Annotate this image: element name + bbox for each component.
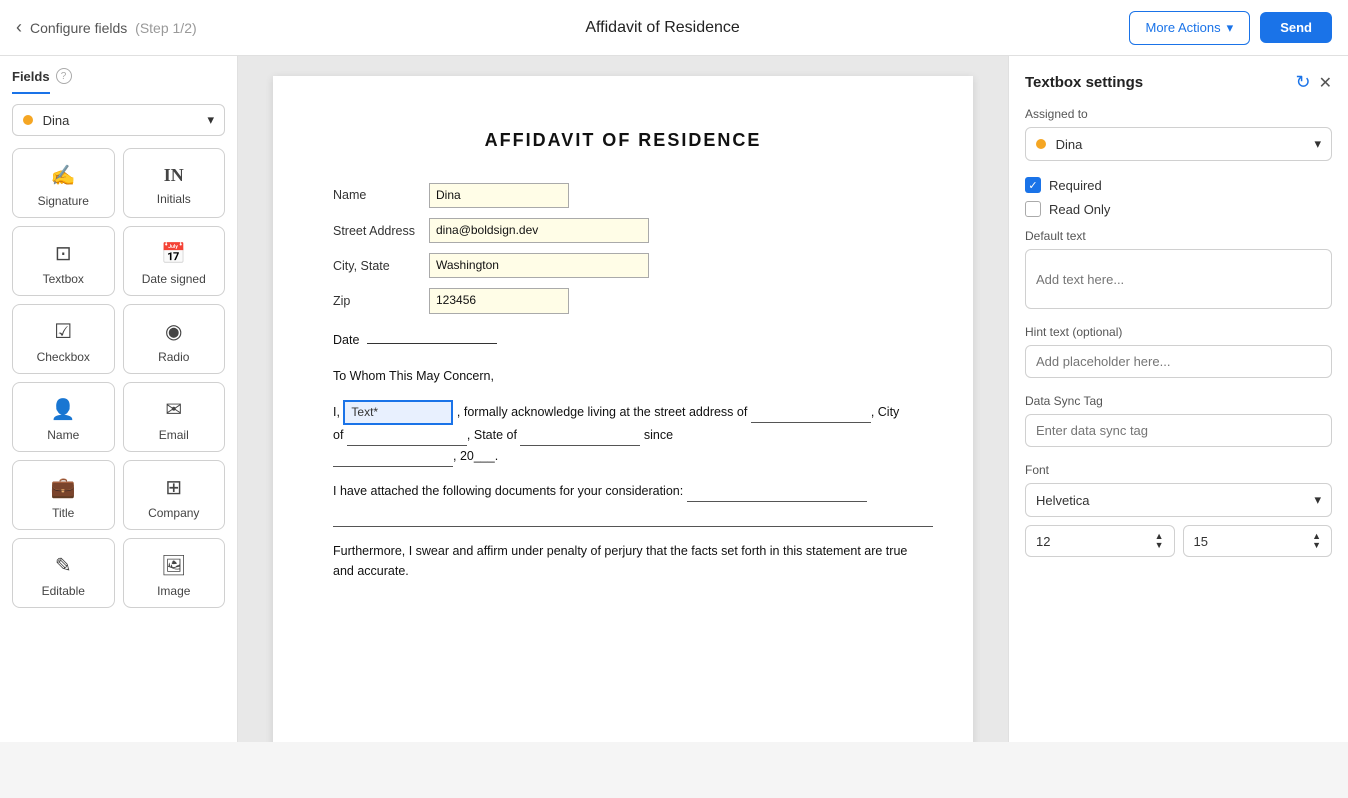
required-checkbox[interactable]: ✓ — [1025, 177, 1041, 193]
city-blank — [347, 425, 467, 446]
hint-text-input[interactable] — [1025, 345, 1332, 378]
street-label: Street Address — [333, 221, 423, 241]
back-button[interactable]: ‹ — [16, 17, 22, 38]
zip-field[interactable]: 123456 — [429, 288, 569, 313]
body-paragraph-1: I, Text* , formally acknowledge living a… — [333, 400, 913, 467]
refresh-button[interactable]: ↻ — [1296, 72, 1311, 93]
panel-header: Textbox settings ↻ ✕ — [1025, 72, 1332, 93]
checkbox-icon: ☑ — [54, 319, 72, 344]
sidebar-item-initials[interactable]: IN Initials — [123, 148, 226, 218]
panel-assignee-dot — [1036, 139, 1046, 149]
sidebar-item-name[interactable]: 👤 Name — [12, 382, 115, 452]
field-grid: ✍ Signature IN Initials ⊡ Textbox 📅 Date… — [12, 148, 225, 608]
date-underline — [367, 343, 497, 344]
sidebar-item-textbox[interactable]: ⊡ Textbox — [12, 226, 115, 296]
sidebar-item-email[interactable]: ✉ Email — [123, 382, 226, 452]
data-sync-input[interactable] — [1025, 414, 1332, 447]
read-only-row: Read Only — [1025, 201, 1332, 217]
textbox-icon: ⊡ — [55, 241, 72, 266]
document-heading: AFFIDAVIT OF RESIDENCE — [333, 126, 913, 155]
document-body: To Whom This May Concern, I, Text* , for… — [333, 366, 913, 581]
sidebar-item-company[interactable]: ⊞ Company — [123, 460, 226, 530]
city-row: City, State Washington — [333, 253, 913, 278]
title-icon: 💼 — [51, 475, 76, 500]
data-sync-label: Data Sync Tag — [1025, 394, 1332, 408]
sidebar-item-checkbox[interactable]: ☑ Checkbox — [12, 304, 115, 374]
sidebar-item-signature[interactable]: ✍ Signature — [12, 148, 115, 218]
affirmation-paragraph: Furthermore, I swear and affirm under pe… — [333, 541, 913, 581]
sidebar: Fields ? Dina ▾ ✍ Signature IN Initials … — [0, 56, 238, 742]
font-row: Helvetica ▾ — [1025, 483, 1332, 517]
zip-label: Zip — [333, 291, 423, 311]
read-only-checkbox[interactable] — [1025, 201, 1041, 217]
assignee-dot — [23, 115, 33, 125]
signature-icon: ✍ — [51, 163, 76, 188]
default-text-input[interactable] — [1025, 249, 1332, 309]
line-height-down[interactable]: ▼ — [1312, 541, 1321, 550]
address-blank — [751, 402, 871, 423]
configure-label: Configure fields (Step 1/2) — [30, 20, 197, 36]
header: ‹ Configure fields (Step 1/2) Affidavit … — [0, 0, 1348, 56]
sidebar-item-image[interactable]: 🖼 Image — [123, 538, 226, 608]
font-size-down[interactable]: ▼ — [1155, 541, 1164, 550]
city-label: City, State — [333, 256, 423, 276]
sidebar-header: Fields ? — [12, 68, 225, 84]
required-label: Required — [1049, 178, 1102, 193]
inline-text-field[interactable]: Text* — [343, 400, 453, 425]
header-left: ‹ Configure fields (Step 1/2) — [16, 17, 197, 38]
editable-icon: ✎ — [55, 553, 72, 578]
sidebar-item-date-signed[interactable]: 📅 Date signed — [123, 226, 226, 296]
docs-blank-2 — [333, 506, 933, 527]
main-layout: Fields ? Dina ▾ ✍ Signature IN Initials … — [0, 56, 1348, 742]
font-size-input[interactable]: 12 ▲ ▼ — [1025, 525, 1175, 557]
font-label: Font — [1025, 463, 1332, 477]
date-signed-icon: 📅 — [161, 241, 186, 266]
sidebar-item-title[interactable]: 💼 Title — [12, 460, 115, 530]
line-height-input[interactable]: 15 ▲ ▼ — [1183, 525, 1333, 557]
document-page: AFFIDAVIT OF RESIDENCE Name Dina Street … — [273, 76, 973, 742]
name-row: Name Dina — [333, 183, 913, 208]
sidebar-item-radio[interactable]: ◉ Radio — [123, 304, 226, 374]
hint-text-label: Hint text (optional) — [1025, 325, 1332, 339]
name-field[interactable]: Dina — [429, 183, 569, 208]
required-row: ✓ Required — [1025, 177, 1332, 193]
name-icon: 👤 — [51, 397, 76, 422]
more-actions-button[interactable]: More Actions ▾ — [1129, 11, 1251, 45]
name-label: Name — [333, 185, 423, 205]
assigned-to-dropdown[interactable]: Dina ▾ — [1025, 127, 1332, 161]
city-field[interactable]: Washington — [429, 253, 649, 278]
documents-paragraph: I have attached the following documents … — [333, 481, 913, 527]
send-button[interactable]: Send — [1260, 12, 1332, 43]
image-icon: 🖼 — [161, 553, 186, 578]
assignee-dropdown[interactable]: Dina ▾ — [12, 104, 225, 136]
initials-icon: IN — [164, 165, 184, 186]
street-field[interactable]: dina@boldsign.dev — [429, 218, 649, 243]
docs-blank — [687, 481, 867, 502]
panel-title: Textbox settings — [1025, 74, 1143, 91]
zip-row: Zip 123456 — [333, 288, 913, 313]
panel-actions: ↻ ✕ — [1296, 72, 1333, 93]
read-only-label: Read Only — [1049, 202, 1110, 217]
sidebar-item-editable[interactable]: ✎ Editable — [12, 538, 115, 608]
close-button[interactable]: ✕ — [1319, 72, 1332, 93]
sidebar-underline — [12, 92, 50, 94]
salutation: To Whom This May Concern, — [333, 366, 913, 386]
document-area: AFFIDAVIT OF RESIDENCE Name Dina Street … — [238, 56, 1008, 742]
default-text-label: Default text — [1025, 229, 1332, 243]
company-icon: ⊞ — [165, 475, 182, 500]
date-row: Date — [333, 330, 913, 350]
email-icon: ✉ — [165, 397, 182, 422]
help-icon[interactable]: ? — [56, 68, 72, 84]
font-size-row: 12 ▲ ▼ 15 ▲ ▼ — [1025, 525, 1332, 557]
assigned-to-label: Assigned to — [1025, 107, 1332, 121]
header-right: More Actions ▾ Send — [1129, 11, 1332, 45]
fields-label: Fields — [12, 69, 50, 84]
font-dropdown[interactable]: Helvetica ▾ — [1025, 483, 1332, 517]
since-blank — [333, 446, 453, 467]
state-blank — [520, 425, 640, 446]
street-row: Street Address dina@boldsign.dev — [333, 218, 913, 243]
document-title: Affidavit of Residence — [585, 19, 739, 37]
right-panel: Textbox settings ↻ ✕ Assigned to Dina ▾ … — [1008, 56, 1348, 742]
radio-icon: ◉ — [165, 319, 182, 344]
